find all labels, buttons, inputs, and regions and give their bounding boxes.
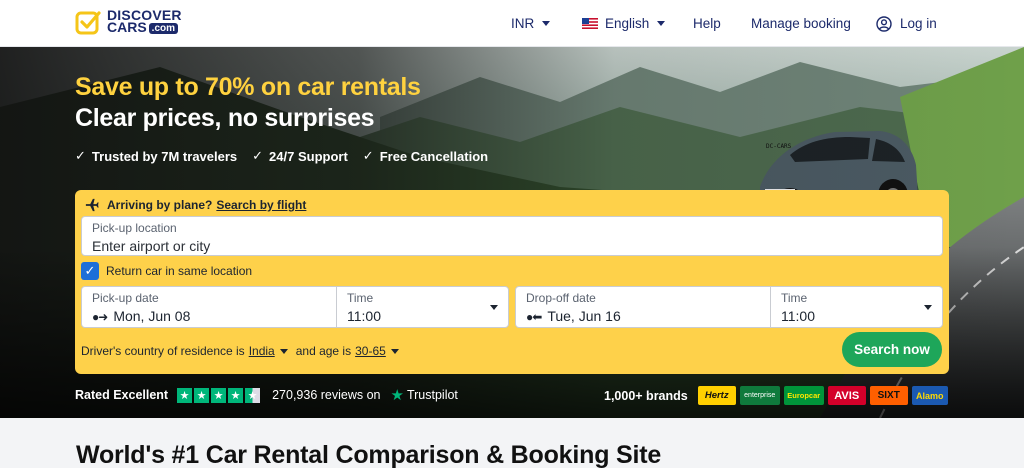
dropoff-date-value-wrap: ●⬅ Tue, Jun 16 <box>526 308 621 324</box>
dropoff-time-field[interactable]: Time 11:00 <box>770 286 943 328</box>
chevron-down-icon <box>279 348 288 354</box>
trustpilot-label[interactable]: Trustpilot <box>407 388 458 402</box>
language-label: English <box>605 16 650 31</box>
dropoff-date-value: Tue, Jun 16 <box>547 308 621 324</box>
help-link[interactable]: Help <box>693 0 721 47</box>
star-icon: ★ <box>211 387 227 403</box>
return-same-location-toggle[interactable]: ✓ Return car in same location <box>81 262 252 280</box>
review-count: 270,936 reviews on <box>272 388 381 402</box>
brand-logo-alamo: Alamo <box>911 386 948 405</box>
perk-cancellation: ✓ Free Cancellation <box>362 148 489 164</box>
logo[interactable]: DISCOVER CARS .com <box>75 8 182 36</box>
dropoff-arrow-icon: ●⬅ <box>526 310 542 324</box>
page-section-title: World's #1 Car Rental Comparison & Booki… <box>76 441 662 468</box>
user-icon <box>876 15 892 32</box>
manage-booking-link[interactable]: Manage booking <box>751 0 851 47</box>
perk-trusted: ✓ Trusted by 7M travelers <box>75 148 238 164</box>
chevron-down-icon <box>657 21 666 26</box>
chevron-down-icon <box>542 21 551 26</box>
brand-logo-hertz: Hertz <box>697 386 736 405</box>
check-icon: ✓ <box>75 148 86 163</box>
brands-label: 1,000+ brands <box>604 388 688 403</box>
star-icon: ★ <box>228 387 244 403</box>
check-icon: ✓ <box>362 148 374 163</box>
search-by-flight-link[interactable]: Search by flight <box>216 198 306 212</box>
brand-logo-sixt: SIXT <box>869 386 908 405</box>
check-icon: ✓ <box>252 148 264 163</box>
pickup-date-value: Mon, Jun 08 <box>113 308 191 324</box>
dropoff-time-value: 11:00 <box>781 308 815 324</box>
trustpilot-rating: Rated Excellent ★ ★ ★ ★ ★ 270,936 review… <box>75 386 458 404</box>
site-header: DISCOVER CARS .com INR English Help Manag… <box>0 0 1024 47</box>
chevron-down-icon <box>390 348 399 354</box>
brand-logo-avis: AVIS <box>827 386 866 405</box>
age-prefix: and age is <box>295 344 352 358</box>
login-link[interactable]: Log in <box>876 0 937 47</box>
pickup-date-label: Pick-up date <box>92 291 159 305</box>
currency-selector[interactable]: INR <box>511 0 551 47</box>
plane-prompt: Arriving by plane? <box>107 198 213 212</box>
trustpilot-star-icon: ★ <box>390 387 404 404</box>
pickup-date-field[interactable]: Pick-up date ●➜ Mon, Jun 08 <box>81 286 337 328</box>
pickup-date-value-wrap: ●➜ Mon, Jun 08 <box>92 308 190 324</box>
residence-country-select[interactable]: India <box>249 344 275 358</box>
pickup-location-label: Pick-up location <box>92 221 177 235</box>
search-now-button[interactable]: Search now <box>842 332 942 367</box>
brand-logo-europcar: Europcar <box>783 386 824 405</box>
dropoff-date-label: Drop-off date <box>526 291 596 305</box>
half-star-icon: ★ <box>245 387 261 403</box>
us-flag-icon <box>582 18 598 29</box>
login-label: Log in <box>900 16 937 31</box>
logo-text-cars: CARS .com <box>107 20 182 36</box>
search-form: Arriving by plane? Search by flight Pick… <box>75 190 949 374</box>
pickup-location-field[interactable]: Pick-up location Enter airport or city <box>81 216 943 256</box>
star-icon: ★ <box>194 387 210 403</box>
brand-logo-enterprise: enterprise <box>739 386 780 405</box>
logo-check-icon <box>75 10 101 34</box>
star-icon: ★ <box>177 387 193 403</box>
hero-headline: Save up to 70% on car rentals <box>75 73 421 101</box>
logo-com-badge: .com <box>148 23 179 34</box>
license-plate-text: DC-CARS <box>766 143 792 150</box>
plane-icon <box>85 198 99 212</box>
manage-booking-label: Manage booking <box>751 16 851 31</box>
pickup-time-label: Time <box>347 291 374 305</box>
perk-support: ✓ 24/7 Support <box>252 148 348 164</box>
age-select[interactable]: 30-65 <box>355 344 386 358</box>
dropoff-time-label: Time <box>781 291 808 305</box>
residence-prefix: Driver's country of residence is <box>81 344 245 358</box>
return-same-location-checkbox[interactable]: ✓ <box>81 262 99 280</box>
chevron-down-icon <box>490 305 498 310</box>
pickup-location-input[interactable]: Enter airport or city <box>92 238 210 254</box>
brands-row: 1,000+ brands Hertz enterprise Europcar … <box>604 386 948 405</box>
pickup-arrow-icon: ●➜ <box>92 310 108 324</box>
residence-age-row: Driver's country of residence is India a… <box>81 344 407 358</box>
language-selector[interactable]: English <box>582 0 666 47</box>
pickup-time-field[interactable]: Time 11:00 <box>336 286 509 328</box>
chevron-down-icon <box>924 305 932 310</box>
pickup-time-value: 11:00 <box>347 308 381 324</box>
currency-label: INR <box>511 16 535 31</box>
flight-search-row: Arriving by plane? Search by flight <box>85 198 306 212</box>
help-label: Help <box>693 16 721 31</box>
return-same-location-label: Return car in same location <box>106 264 253 278</box>
rating-stars: ★ ★ ★ ★ ★ <box>177 387 262 403</box>
rating-label: Rated Excellent <box>75 388 169 402</box>
perks-list: ✓ Trusted by 7M travelers ✓ 24/7 Support ✓… <box>75 148 503 164</box>
hero-subheadline: Clear prices, no surprises <box>75 104 375 132</box>
dropoff-date-field[interactable]: Drop-off date ●⬅ Tue, Jun 16 <box>515 286 771 328</box>
